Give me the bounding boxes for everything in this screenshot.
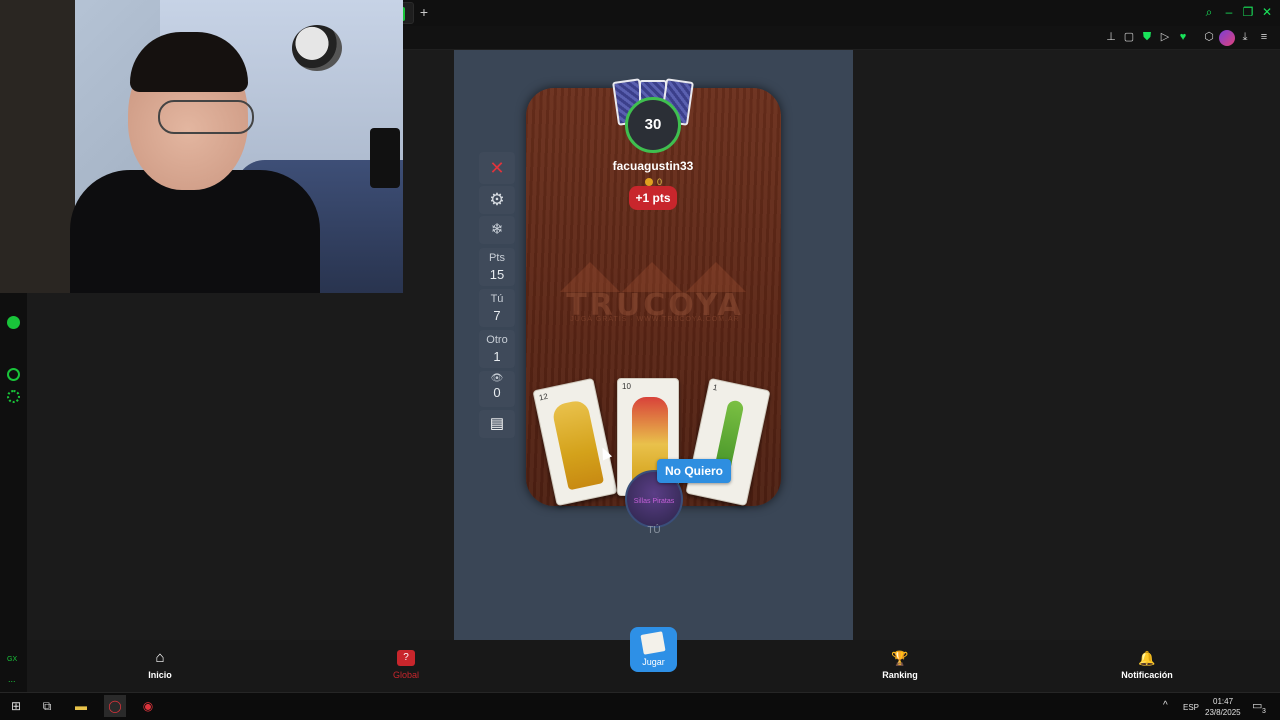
opponent-name: facuagustin33 xyxy=(612,159,694,173)
streamer-glasses xyxy=(158,100,254,134)
global-icon: ? xyxy=(397,650,415,666)
snapshot-icon[interactable]: ▢ xyxy=(1122,30,1136,44)
profile-icon[interactable] xyxy=(1219,30,1235,46)
gx-more-button[interactable]: ... xyxy=(8,674,16,684)
language-indicator[interactable]: ESP xyxy=(1183,703,1199,712)
card-number: 12 xyxy=(538,391,549,403)
viewers-counter: 👁 0 xyxy=(479,371,515,407)
obs-icon[interactable]: ◉ xyxy=(137,695,159,717)
notification-count: 3 xyxy=(1262,708,1266,715)
eye-icon: 👁 xyxy=(490,373,504,384)
windows-taskbar xyxy=(0,692,1280,720)
history-icon[interactable] xyxy=(7,368,20,381)
points-target: Pts 15 xyxy=(479,248,515,286)
points-badge: +1 pts xyxy=(629,186,677,210)
clock-time[interactable]: 01:47 xyxy=(1213,697,1233,706)
spotify-icon[interactable] xyxy=(7,316,20,329)
pts-value: 15 xyxy=(489,267,505,282)
my-score: Tú 7 xyxy=(479,289,515,327)
windows-start-icon[interactable]: ⊞ xyxy=(5,695,27,717)
notification-center-icon[interactable]: ▭ xyxy=(1252,699,1262,712)
play-icon[interactable]: ▷ xyxy=(1158,30,1172,44)
file-explorer-icon[interactable]: ▬ xyxy=(70,695,92,717)
heart-icon[interactable]: ♥ xyxy=(1176,30,1190,44)
nav-ranking[interactable]: 🏆 Ranking xyxy=(855,650,945,680)
avatar-text: Sillas Piratas xyxy=(633,498,675,505)
no-quiero-button[interactable]: No Quiero xyxy=(657,459,731,483)
nav-jugar[interactable]: Jugar xyxy=(630,627,677,672)
nav-notificacion[interactable]: 🔔 Notificación xyxy=(1102,650,1192,680)
nav-inicio-label: Inicio xyxy=(148,670,172,680)
nav-inicio[interactable]: ⌂ Inicio xyxy=(115,649,205,681)
king-figure-icon xyxy=(551,398,605,491)
microphone xyxy=(370,128,400,188)
cards-icon xyxy=(640,631,666,655)
new-tab-button[interactable]: + xyxy=(417,4,431,20)
tu-label: Tú xyxy=(490,293,504,305)
player-label: TÚ xyxy=(647,525,661,536)
gear-icon[interactable]: ⚙ xyxy=(479,186,515,214)
home-icon: ⌂ xyxy=(155,649,165,666)
soccer-ball-decal xyxy=(292,25,342,71)
extensions-icon[interactable]: ⬡ xyxy=(1202,30,1216,44)
pin-icon[interactable]: ⊥ xyxy=(1104,30,1118,44)
opera-gx-taskbar-icon[interactable]: ◯ xyxy=(104,695,126,717)
card-number: 1 xyxy=(712,382,719,393)
otro-value: 1 xyxy=(493,349,501,364)
webcam-shelf xyxy=(0,0,75,293)
maximize-button[interactable]: ❐ xyxy=(1240,4,1256,20)
pts-label: Pts xyxy=(489,252,505,264)
chat-icon[interactable]: ▤ xyxy=(479,410,515,438)
trophy-icon: 🏆 xyxy=(891,650,909,666)
viewers-value: 0 xyxy=(493,385,501,400)
gx-label: GX xyxy=(7,656,18,663)
screen: + ⌕ – ❐ ✕ ⊥ ▢ ⛊ ▷ ♥ ⬡ ⤓ ≡ GX ... ✕ ⚙ ❄ P… xyxy=(0,0,1280,720)
nav-notificacion-label: Notificación xyxy=(1121,670,1173,680)
clock-date[interactable]: 23/8/2025 xyxy=(1205,708,1241,717)
nav-global-label: Global xyxy=(392,670,419,680)
coin-icon xyxy=(645,178,653,186)
search-tabs-icon[interactable]: ⌕ xyxy=(1201,4,1217,20)
nav-jugar-label: Jugar xyxy=(642,657,665,667)
close-window-button[interactable]: ✕ xyxy=(1259,4,1275,20)
nav-ranking-label: Ranking xyxy=(882,670,918,680)
card-number: 10 xyxy=(622,382,631,391)
tray-chevron-icon[interactable]: ^ xyxy=(1163,700,1168,711)
tu-value: 7 xyxy=(493,308,501,323)
close-game-button[interactable]: ✕ xyxy=(479,152,515,184)
webcam-overlay xyxy=(0,0,403,293)
download-icon[interactable]: ⤓ xyxy=(1238,30,1252,44)
otro-label: Otro xyxy=(486,334,508,346)
menu-icon[interactable]: ≡ xyxy=(1257,30,1271,44)
task-view-icon[interactable]: ⧉ xyxy=(36,695,58,717)
nav-global[interactable]: ? Global xyxy=(361,650,451,680)
minimize-button[interactable]: – xyxy=(1221,4,1237,20)
shield-icon[interactable]: ⛊ xyxy=(1140,30,1154,44)
opponent-timer: 30 xyxy=(625,97,681,153)
bell-icon: 🔔 xyxy=(1138,650,1156,666)
settings-icon[interactable] xyxy=(7,390,20,403)
snowflake-icon[interactable]: ❄ xyxy=(479,216,515,244)
trucoya-logo-subtitle: JUGÁ GRATIS · WWW.TRUCOYA.COM.AR xyxy=(570,316,740,323)
opponent-score: Otro 1 xyxy=(479,330,515,368)
